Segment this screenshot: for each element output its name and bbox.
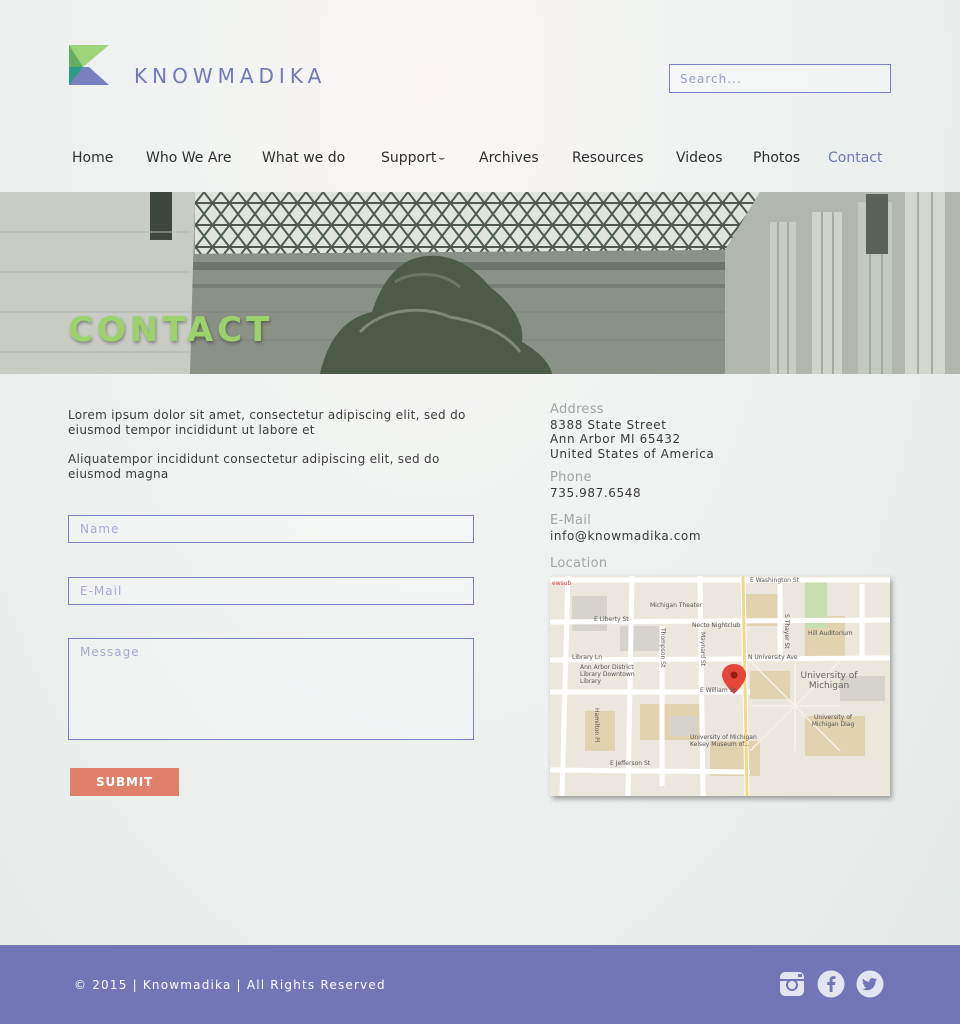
address-line-1: 8388 State Street [550,417,667,432]
main-nav: Home Who We Are What we do Support ⌣ Arch… [0,150,960,170]
nav-home[interactable]: Home [72,150,113,166]
email-field[interactable] [68,577,474,605]
address-line-3: United States of America [550,446,715,461]
intro-paragraph-2: Aliquatempor incididunt consectetur adip… [68,452,440,481]
facebook-icon[interactable] [817,970,845,998]
map-label-thayer: S Thayer St [783,614,790,649]
brand-name: KNOWMADIKA [134,64,327,88]
intro-paragraph-1: Lorem ipsum dolor sit amet, consectetur … [68,408,466,437]
message-field[interactable] [68,638,474,740]
map-label-kelsey: University of Michigan Kelsey Museum of.… [690,734,757,748]
phone-number[interactable]: 735.987.6548 [550,486,641,501]
map-label-hill: Hill Auditorium [808,630,853,637]
phone-block: Phone 735.987.6548 [550,470,641,501]
nav-support[interactable]: Support ⌣ [381,150,445,166]
search-input[interactable] [669,64,891,93]
instagram-icon[interactable] [778,970,806,998]
twitter-icon[interactable] [856,970,884,998]
map-label-umich: University of Michigan [800,671,858,691]
map-label-aadl: Ann Arbor District Library Downtown Libr… [580,664,635,685]
footer: © 2015 | Knowmadika | All Rights Reserve… [0,945,960,1024]
map-label-umich-diag: University of Michigan Diag [811,714,855,728]
location-label: Location [550,556,608,571]
submit-button[interactable]: SUBMIT [70,768,179,796]
map-label-hamilton: Hamilton Pl [593,708,600,743]
address-block: Address 8388 State Street Ann Arbor MI 6… [550,402,715,461]
location-block: Location [550,556,608,572]
address-label: Address [550,402,604,417]
map-label-william: E William St [700,687,736,694]
nav-videos[interactable]: Videos [676,150,723,166]
email-label: E-Mail [550,513,592,528]
nav-contact[interactable]: Contact [828,150,882,166]
map-label-michigan-theater: Michigan Theater [650,602,703,609]
map-label-necto: Necto Nightclub [692,622,741,629]
map-label-maynard: Maynard St [699,632,706,667]
map-label-jefferson: E Jefferson St [610,760,651,767]
page-title: CONTACT [68,310,274,350]
map-label-washington: E Washington St [750,577,800,584]
nav-resources[interactable]: Resources [572,150,644,166]
nav-what-we-do[interactable]: What we do [262,150,345,166]
email-block: E-Mail info@knowmadika.com [550,513,701,544]
hero-banner: CONTACT [0,192,960,374]
location-map[interactable]: ewsub E Washington St E Liberty St Michi… [550,576,890,796]
map-label-university-ave: N University Ave [748,654,798,661]
logo-mark-icon [69,45,109,85]
chevron-down-icon: ⌣ [438,153,445,164]
nav-who-we-are[interactable]: Who We Are [146,150,231,166]
map-label-thompson: Thompson St [659,628,666,668]
map-label-corner: ewsub [552,580,572,587]
copyright-text: © 2015 | Knowmadika | All Rights Reserve… [74,978,386,992]
address-line-2: Ann Arbor MI 65432 [550,432,681,446]
map-label-library-ln: Library Ln [572,654,603,661]
logo[interactable] [69,45,109,85]
phone-label: Phone [550,470,592,485]
nav-archives[interactable]: Archives [479,150,539,166]
name-field[interactable] [68,515,474,543]
map-label-liberty: E Liberty St [594,616,629,623]
nav-photos[interactable]: Photos [753,150,800,166]
nav-support-label: Support [381,150,437,166]
email-address[interactable]: info@knowmadika.com [550,529,701,544]
intro-text: Lorem ipsum dolor sit amet, consectetur … [68,408,488,496]
